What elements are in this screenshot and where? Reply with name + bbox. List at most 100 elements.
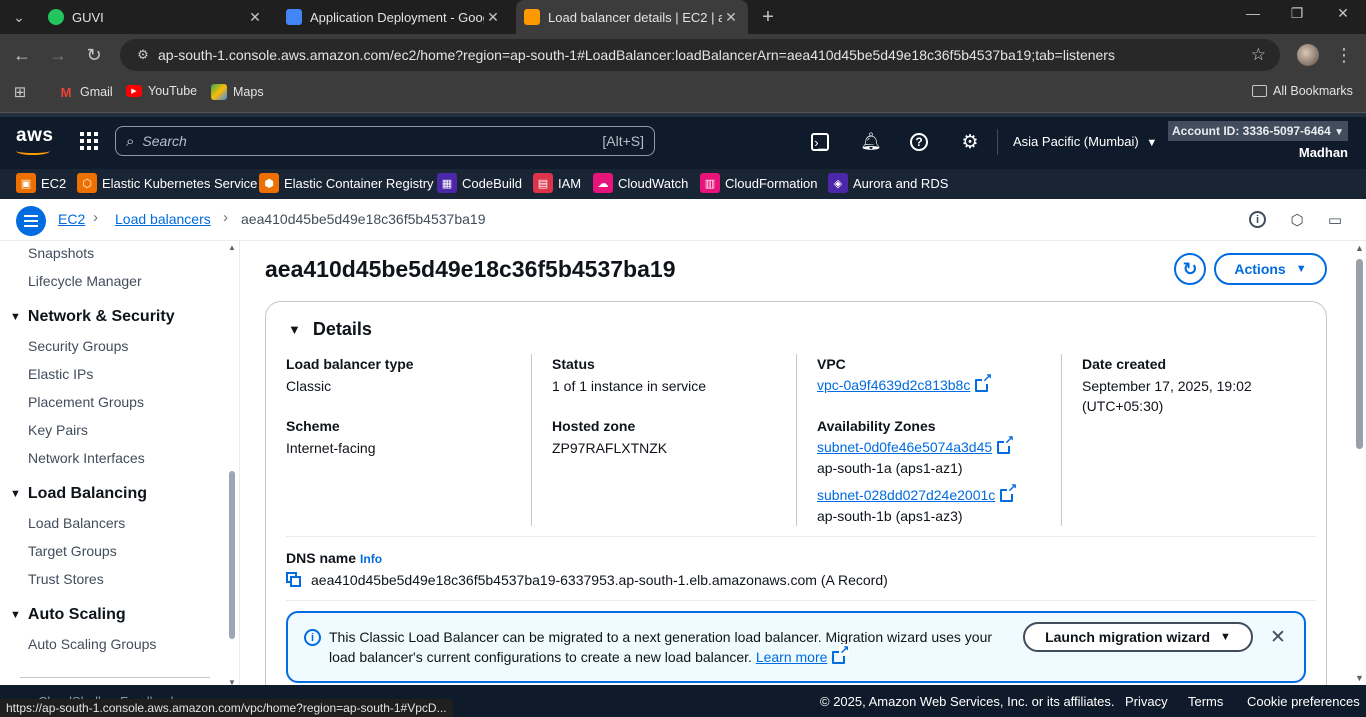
sidebar-item-key-pairs[interactable]: Key Pairs bbox=[28, 422, 88, 438]
notifications-bell-icon[interactable]: 🔔︎ bbox=[860, 131, 882, 153]
scroll-up-icon[interactable]: ▲ bbox=[228, 243, 236, 252]
sidebar-section-auto-scaling[interactable]: ▼ Auto Scaling bbox=[10, 606, 126, 624]
cookie-preferences-link[interactable]: Cookie preferences bbox=[1247, 694, 1360, 709]
profile-avatar[interactable] bbox=[1297, 44, 1319, 66]
sidebar-item-elastic-ips[interactable]: Elastic IPs bbox=[28, 366, 93, 382]
close-icon[interactable]: ✕ bbox=[1270, 626, 1286, 649]
aws-logo[interactable]: aws bbox=[16, 125, 53, 155]
vpc-link[interactable]: vpc-0a9f4639d2c813b8c bbox=[817, 371, 993, 393]
bookmark-star-icon[interactable]: ☆ bbox=[1251, 45, 1266, 65]
breadcrumb-ec2[interactable]: EC2 bbox=[58, 211, 85, 227]
terms-link[interactable]: Terms bbox=[1188, 694, 1223, 709]
refresh-button[interactable]: ↻ bbox=[1174, 253, 1206, 285]
user-name[interactable]: Madhan bbox=[1299, 145, 1348, 160]
cloudshell-icon[interactable]: ›_ bbox=[811, 133, 829, 151]
subnet-link[interactable]: subnet-0d0fe46e5074a3d45 bbox=[817, 433, 1015, 455]
help-icon[interactable]: ? bbox=[910, 133, 928, 151]
sidebar-item-load-balancers[interactable]: Load Balancers bbox=[28, 515, 125, 531]
new-tab-icon[interactable]: + bbox=[754, 4, 782, 30]
sidebar-item-target-groups[interactable]: Target Groups bbox=[28, 543, 117, 559]
close-tab-icon[interactable]: ✕ bbox=[484, 9, 502, 26]
account-menu[interactable]: Account ID: 3336-5097-6464 ▼ bbox=[1168, 121, 1348, 141]
sidebar-item-snapshots[interactable]: Snapshots bbox=[28, 245, 94, 261]
apps-grid-icon[interactable]: ⊞ bbox=[12, 84, 34, 101]
breadcrumb-load-balancers[interactable]: Load balancers bbox=[115, 211, 211, 227]
main-content: aea410d45be5d49e18c36f5b4537ba19 ↻ Actio… bbox=[241, 241, 1353, 685]
fav-ec2[interactable]: ▣ EC2 bbox=[16, 173, 66, 193]
dns-name-label: DNS name bbox=[286, 550, 357, 566]
all-bookmarks[interactable]: All Bookmarks bbox=[1252, 84, 1353, 98]
privacy-link[interactable]: Privacy bbox=[1125, 694, 1168, 709]
services-menu-icon[interactable] bbox=[80, 132, 98, 150]
scroll-up-icon[interactable]: ▲ bbox=[1355, 243, 1364, 253]
minimize-icon[interactable]: — bbox=[1230, 0, 1276, 26]
fav-cloudformation[interactable]: ▥ CloudFormation bbox=[700, 173, 818, 193]
alert-text: This Classic Load Balancer can be migrat… bbox=[329, 629, 993, 665]
fav-cloudwatch[interactable]: ☁ CloudWatch bbox=[593, 173, 688, 193]
address-bar[interactable]: ⚙ ap-south-1.console.aws.amazon.com/ec2/… bbox=[120, 39, 1280, 71]
sidebar-item-security-groups[interactable]: Security Groups bbox=[28, 338, 128, 354]
browser-tab-load-balancer[interactable]: Load balancer details | EC2 | ap ✕ bbox=[516, 0, 748, 34]
migration-info-alert: i This Classic Load Balancer can be migr… bbox=[286, 611, 1306, 683]
availability-zones-key: Availability Zones bbox=[817, 418, 936, 434]
ecr-service-icon: ⬢ bbox=[259, 173, 279, 193]
fav-iam[interactable]: ▤ IAM bbox=[533, 173, 581, 193]
sidebar-scroll-thumb[interactable] bbox=[229, 471, 235, 639]
restore-icon[interactable]: ❐ bbox=[1274, 0, 1320, 26]
browser-menu-icon[interactable]: ⋮ bbox=[1332, 43, 1356, 67]
sidebar-scrollbar[interactable]: ▲ ▼ bbox=[228, 243, 236, 685]
scroll-down-icon[interactable]: ▼ bbox=[1355, 673, 1364, 683]
hamburger-menu-icon[interactable] bbox=[16, 206, 46, 236]
aws-search-bar[interactable]: ⌕ [Alt+S] bbox=[115, 126, 655, 156]
info-panel-icon[interactable]: i bbox=[1249, 211, 1266, 228]
sidebar-item-placement-groups[interactable]: Placement Groups bbox=[28, 394, 144, 410]
details-header[interactable]: ▼ Details bbox=[288, 319, 372, 340]
sidebar-item-trust-stores[interactable]: Trust Stores bbox=[28, 571, 104, 587]
sidebar-item-lifecycle-manager[interactable]: Lifecycle Manager bbox=[28, 273, 142, 289]
chevron-right-icon: › bbox=[223, 209, 228, 226]
caret-down-icon: ▼ bbox=[1295, 263, 1307, 275]
bookmark-youtube[interactable]: ▶ YouTube bbox=[126, 84, 197, 98]
support-panel-icon[interactable]: ▭ bbox=[1325, 210, 1345, 230]
fav-label: CloudFormation bbox=[725, 175, 818, 191]
launch-migration-wizard-button[interactable]: Launch migration wizard ▼ bbox=[1023, 622, 1253, 652]
actions-button[interactable]: Actions ▼ bbox=[1214, 253, 1327, 285]
subnet-link[interactable]: subnet-028dd027d24e2001c bbox=[817, 481, 1018, 503]
notifications-hex-icon[interactable]: ⬡ bbox=[1287, 210, 1307, 230]
reload-icon[interactable]: ↻ bbox=[82, 43, 106, 67]
close-tab-icon[interactable]: ✕ bbox=[246, 9, 264, 26]
dns-info-link[interactable]: Info bbox=[360, 552, 382, 566]
fav-codebuild[interactable]: ▦ CodeBuild bbox=[437, 173, 522, 193]
close-window-icon[interactable]: ✕ bbox=[1320, 0, 1366, 26]
region-selector[interactable]: Asia Pacific (Mumbai) ▼ bbox=[1013, 134, 1157, 149]
sidebar-item-auto-scaling-groups[interactable]: Auto Scaling Groups bbox=[28, 636, 156, 652]
search-input[interactable] bbox=[142, 133, 563, 149]
fav-ecr[interactable]: ⬢ Elastic Container Registry bbox=[259, 173, 434, 193]
back-icon[interactable]: ← bbox=[10, 43, 34, 67]
browser-tab-app-deployment[interactable]: Application Deployment - Goog ✕ bbox=[278, 0, 510, 34]
site-info-icon[interactable]: ⚙ bbox=[128, 47, 158, 63]
forward-icon[interactable]: → bbox=[46, 43, 70, 67]
sidebar-item-network-interfaces[interactable]: Network Interfaces bbox=[28, 450, 145, 466]
fav-eks[interactable]: ⬡ Elastic Kubernetes Service bbox=[77, 173, 257, 193]
link-status-bubble: https://ap-south-1.console.aws.amazon.co… bbox=[0, 699, 453, 717]
copy-icon[interactable] bbox=[286, 572, 302, 588]
vpc-key: VPC bbox=[817, 356, 846, 372]
fav-label: Elastic Kubernetes Service bbox=[102, 175, 258, 191]
sidebar-section-load-balancing[interactable]: ▼ Load Balancing bbox=[10, 485, 147, 503]
learn-more-link[interactable]: Learn more bbox=[756, 649, 828, 665]
browser-tab-guvi[interactable]: GUVI ✕ bbox=[40, 0, 272, 34]
bookmark-gmail[interactable]: M Gmail bbox=[58, 84, 113, 100]
close-tab-icon[interactable]: ✕ bbox=[722, 9, 740, 26]
main-scroll-thumb[interactable] bbox=[1356, 259, 1363, 449]
tab-title: Load balancer details | EC2 | ap bbox=[548, 9, 722, 25]
bookmark-maps[interactable]: Maps bbox=[211, 84, 264, 100]
tab-search-icon[interactable]: ⌄ bbox=[6, 4, 32, 30]
sidebar-section-network-security[interactable]: ▼ Network & Security bbox=[10, 308, 175, 326]
fav-aurora-rds[interactable]: ◈ Aurora and RDS bbox=[828, 173, 948, 193]
settings-gear-icon[interactable]: ⚙ bbox=[959, 131, 981, 153]
tab-title: Application Deployment - Goog bbox=[310, 9, 484, 25]
lb-type-key: Load balancer type bbox=[286, 356, 414, 372]
scroll-down-icon[interactable]: ▼ bbox=[228, 678, 236, 685]
main-scrollbar[interactable]: ▲ ▼ bbox=[1353, 241, 1366, 685]
